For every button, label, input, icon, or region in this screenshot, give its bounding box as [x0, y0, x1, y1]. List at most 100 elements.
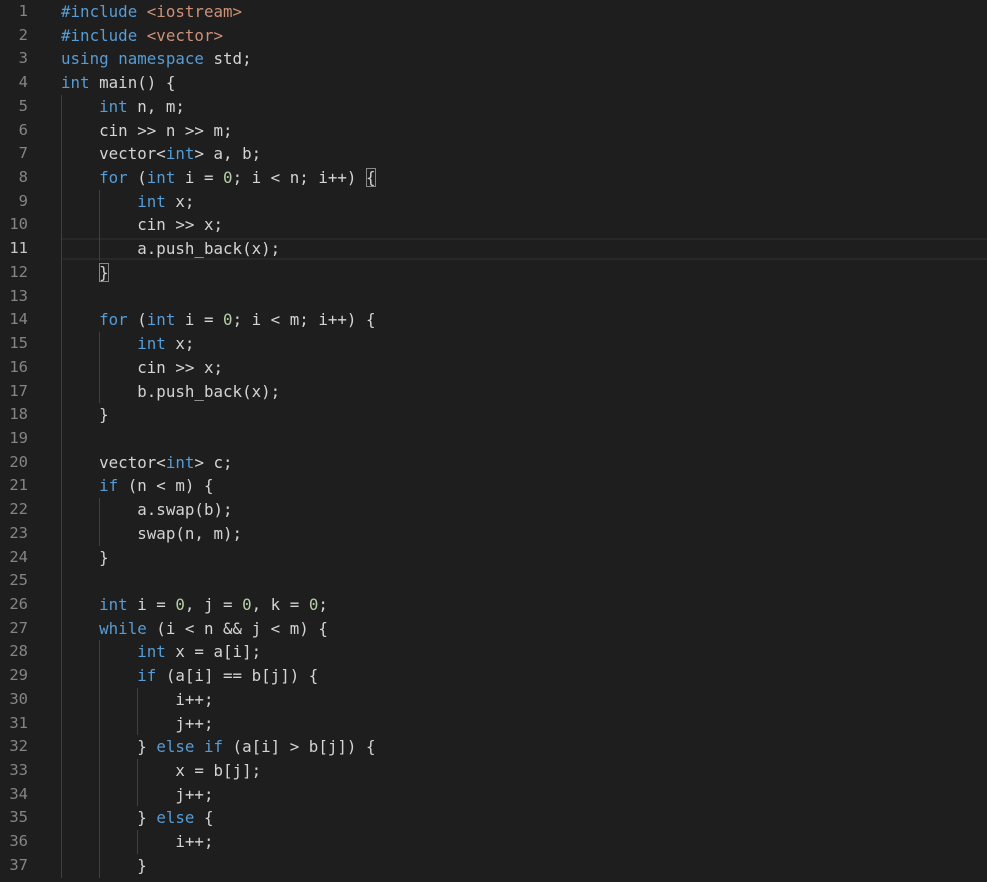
line-code: for (int i = 0; i < m; i++) { — [61, 308, 376, 332]
code-line[interactable]: 31 j++; — [0, 712, 987, 736]
code-line[interactable]: 30 i++; — [0, 688, 987, 712]
code-line[interactable]: 32 } else if (a[i] > b[j]) { — [0, 735, 987, 759]
code-token-kw: namespace — [118, 49, 204, 69]
code-token-txt: x; — [165, 191, 195, 211]
line-number: 34 — [9, 784, 28, 803]
code-token-txt: > a, b; — [194, 144, 262, 164]
code-token-kw: int — [165, 144, 195, 164]
code-token-txt: x; — [165, 334, 195, 354]
matched-bracket: { — [366, 168, 376, 188]
indent-guide — [137, 759, 139, 807]
code-line[interactable]: 25 — [0, 569, 987, 593]
code-token-txt: b.push_back(x); — [61, 381, 281, 401]
line-code: swap(n, m); — [61, 522, 242, 546]
code-token-txt: ; — [318, 595, 328, 614]
code-line[interactable]: 3 using namespace std; — [0, 47, 987, 71]
line-code: cin >> n >> m; — [61, 119, 233, 143]
code-line[interactable]: 35 } else { — [0, 806, 987, 830]
code-token-kw: int — [137, 334, 166, 354]
code-token-txt: a.push_back(x); — [61, 239, 281, 259]
code-line[interactable]: 28 int x = a[i]; — [0, 640, 987, 664]
code-line[interactable]: 33 x = b[j]; — [0, 759, 987, 783]
indent-guide — [137, 830, 139, 854]
code-token-txt: } — [61, 547, 109, 567]
code-line[interactable]: 15 int x; — [0, 332, 987, 356]
code-token-txt: , j = — [184, 595, 243, 614]
line-number: 11 — [9, 239, 28, 258]
code-token-kw: int — [99, 595, 128, 614]
line-code: int main() { — [61, 71, 175, 95]
code-line[interactable]: 21 if (n < m) { — [0, 474, 987, 498]
code-line[interactable]: 36 i++; — [0, 830, 987, 854]
code-line[interactable]: 18 } — [0, 403, 987, 427]
code-line[interactable]: 10 cin >> x; — [0, 213, 987, 237]
code-line[interactable]: 23 swap(n, m); — [0, 522, 987, 546]
code-line[interactable]: 26 int i = 0, j = 0, k = 0; — [0, 593, 987, 617]
code-line[interactable]: 29 if (a[i] == b[j]) { — [0, 664, 987, 688]
code-line[interactable]: 22 a.swap(b); — [0, 498, 987, 522]
code-line[interactable]: 2 #include <vector> — [0, 24, 987, 48]
code-token-str: <vector> — [146, 25, 224, 45]
line-code: while (i < n && j < m) { — [61, 617, 328, 641]
code-line[interactable]: 20 vector<int> c; — [0, 451, 987, 475]
code-line[interactable]: 14 for (int i = 0; i < m; i++) { — [0, 308, 987, 332]
line-number: 10 — [9, 215, 28, 234]
code-token-txt: i = — [127, 595, 176, 614]
code-token-txt: std; — [203, 49, 252, 69]
code-line[interactable]: 24 } — [0, 546, 987, 570]
code-token-txt: main() { — [89, 73, 176, 93]
code-line[interactable]: 27 while (i < n && j < m) { — [0, 617, 987, 641]
code-token-kw: for — [99, 168, 128, 188]
line-code: } else { — [61, 806, 214, 830]
code-token-txt: ; i < n; i++) — [232, 168, 366, 188]
line-number: 12 — [9, 262, 28, 281]
code-line[interactable]: 1 #include <iostream> — [0, 0, 987, 24]
code-token-txt: n, m; — [127, 96, 185, 116]
code-token-kw: int — [61, 73, 90, 93]
code-token-txt: , k = — [251, 595, 309, 614]
code-token-txt: swap(n, m); — [61, 523, 243, 543]
code-line[interactable]: 34 j++; — [0, 783, 987, 807]
code-token-txt: x = b[j]; — [61, 761, 262, 781]
code-line[interactable]: 6 cin >> n >> m; — [0, 119, 987, 143]
code-line[interactable]: 12 } — [0, 261, 987, 285]
code-token-num: 0 — [175, 595, 185, 614]
code-token-num: 0 — [242, 595, 252, 614]
code-token-txt: ; i < m; i++) { — [232, 310, 376, 330]
line-number: 25 — [9, 571, 28, 590]
code-line[interactable]: 16 cin >> x; — [0, 356, 987, 380]
code-line[interactable]: 4 int main() { — [0, 71, 987, 95]
code-token-kw: if — [137, 666, 157, 686]
code-token-txt: } — [61, 405, 109, 425]
line-number: 30 — [9, 689, 28, 708]
code-line[interactable]: 19 — [0, 427, 987, 451]
code-line[interactable]: 7 vector<int> a, b; — [0, 142, 987, 166]
line-number: 8 — [18, 168, 28, 187]
code-token-txt: cin >> n >> m; — [61, 120, 233, 140]
line-number: 5 — [18, 96, 28, 115]
code-line[interactable]: 5 int n, m; — [0, 95, 987, 119]
code-line[interactable]: 9 int x; — [0, 190, 987, 214]
code-token-txt: } — [61, 737, 157, 757]
code-line[interactable]: 13 — [0, 285, 987, 309]
code-token-txt: cin >> x; — [61, 215, 224, 235]
code-line[interactable]: 37 } — [0, 854, 987, 878]
code-editor[interactable]: 1 #include <iostream> 2 #include <vector> 3 u… — [0, 0, 987, 882]
code-line-current[interactable]: 11 a.push_back(x); — [0, 237, 987, 261]
line-number: 9 — [18, 191, 28, 210]
code-token-txt: x = a[i]; — [165, 642, 262, 662]
code-line[interactable]: 8 for (int i = 0; i < n; i++) { — [0, 166, 987, 190]
line-code: int i = 0, j = 0, k = 0; — [61, 593, 328, 617]
line-number: 32 — [9, 737, 28, 756]
code-token-txt: vector< — [61, 452, 166, 472]
line-number: 18 — [9, 405, 28, 424]
line-code: cin >> x; — [61, 213, 223, 237]
line-code: } else if (a[i] > b[j]) { — [61, 735, 376, 759]
line-code: cin >> x; — [61, 356, 223, 380]
line-number: 15 — [9, 334, 28, 353]
code-line[interactable]: 17 b.push_back(x); — [0, 380, 987, 404]
